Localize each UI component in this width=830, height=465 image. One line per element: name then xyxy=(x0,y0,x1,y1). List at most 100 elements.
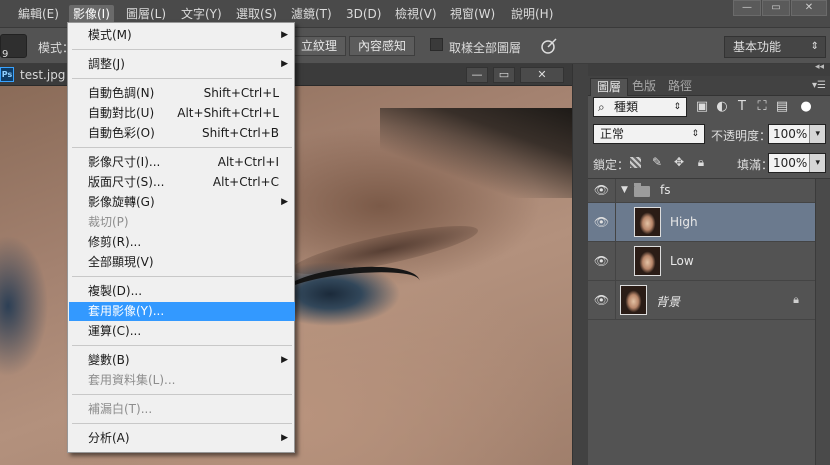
menu-item-label: 套用影像(Y)... xyxy=(88,304,165,318)
menu-item-image-rotation[interactable]: 影像旋轉(G) ▶ xyxy=(69,193,295,212)
eye-icon[interactable]: 👁︎ xyxy=(588,179,616,202)
tab-paths[interactable]: 路徑 xyxy=(662,78,698,96)
layer-thumbnail xyxy=(634,207,661,237)
submenu-arrow-icon: ▶ xyxy=(281,433,288,443)
menu-separator xyxy=(72,345,292,346)
lock-label: 鎖定： xyxy=(593,158,630,172)
panel-menu-icon[interactable]: ▾☰ xyxy=(812,80,826,91)
layer-filter-select[interactable]: ⌕ 種類 ⇕ xyxy=(593,97,687,117)
layer-row-low[interactable]: 👁︎ Low xyxy=(588,242,815,281)
lock-all-icon[interactable]: 🔒︎ xyxy=(694,155,708,169)
menu-image[interactable]: 影像(I) xyxy=(69,5,114,23)
tab-channels[interactable]: 色版 xyxy=(626,78,662,96)
opacity-input[interactable]: 100% ▾ xyxy=(768,124,826,144)
menu-item-apply-data-set: 套用資料集(L)... xyxy=(69,371,295,390)
layer-row-background[interactable]: 👁︎ 背景 🔒︎ xyxy=(588,281,815,320)
layer-row-high[interactable]: 👁︎ High xyxy=(588,203,815,242)
menu-item-mode[interactable]: 模式(M) ▶ xyxy=(69,26,295,45)
blend-mode-value: 正常 xyxy=(600,127,625,141)
lock-image-brush-icon[interactable]: ✎ xyxy=(650,155,664,169)
fill-value: 100% xyxy=(773,156,808,170)
menu-filter[interactable]: 濾鏡(T) xyxy=(287,5,336,23)
menu-item-calculations[interactable]: 運算(C)... xyxy=(69,322,295,341)
tab-layers[interactable]: 圖層 xyxy=(590,78,629,96)
close-icon[interactable]: ✕ xyxy=(791,0,827,16)
menu-item-trim[interactable]: 修剪(R)... xyxy=(69,233,295,252)
layer-name: 背景 xyxy=(656,295,681,309)
menu-item-label: 複製(D)... xyxy=(88,284,143,298)
menu-view[interactable]: 檢視(V) xyxy=(391,5,441,23)
menu-item-reveal-all[interactable]: 全部顯現(V) xyxy=(69,253,295,272)
menu-item-adjustments[interactable]: 調整(J) ▶ xyxy=(69,55,295,74)
menu-select[interactable]: 選取(S) xyxy=(232,5,281,23)
filter-pixel-icon[interactable]: ▣ xyxy=(694,99,710,115)
chevron-down-icon: ▾ xyxy=(815,129,820,139)
opacity-dropdown[interactable]: ▾ xyxy=(809,125,825,143)
menu-separator xyxy=(72,49,292,50)
layers-scrollbar[interactable] xyxy=(815,179,830,465)
brush-size-value: 9 xyxy=(2,49,9,60)
menu-item-apply-image[interactable]: 套用影像(Y)... xyxy=(69,302,295,321)
eye-icon[interactable]: 👁︎ xyxy=(588,242,616,280)
eye-icon[interactable]: 👁︎ xyxy=(588,203,616,241)
menu-item-shortcut: Shift+Ctrl+L xyxy=(203,86,279,100)
chevron-down-icon: ⇕ xyxy=(810,41,819,52)
menu-item-duplicate[interactable]: 複製(D)... xyxy=(69,282,295,301)
layer-thumbnail xyxy=(634,246,661,276)
tool-preset-picker[interactable]: 9 xyxy=(0,34,27,60)
chevron-down-icon: ▾ xyxy=(815,158,820,168)
opacity-value: 100% xyxy=(773,127,808,141)
menu-item-shortcut: Alt+Ctrl+I xyxy=(217,155,279,169)
menu-item-label: 分析(A) xyxy=(88,431,130,445)
menu-item-shortcut: Shift+Ctrl+B xyxy=(202,126,279,140)
texture-button[interactable]: 立紋理 xyxy=(292,36,347,56)
fill-dropdown[interactable]: ▾ xyxy=(809,154,825,172)
menu-item-auto-color[interactable]: 自動色彩(O) Shift+Ctrl+B xyxy=(69,124,295,143)
filter-type-icon[interactable]: T xyxy=(734,99,750,115)
lock-transparent-icon[interactable] xyxy=(630,157,641,168)
collapse-panel-icon[interactable]: ◂◂ xyxy=(815,62,824,72)
menu-separator xyxy=(72,276,292,277)
menu-item-image-size[interactable]: 影像尺寸(I)... Alt+Ctrl+I xyxy=(69,153,295,172)
pressure-icon[interactable] xyxy=(540,37,558,55)
menu-type[interactable]: 文字(Y) xyxy=(177,5,226,23)
filter-toggle-icon[interactable]: ● xyxy=(798,99,814,115)
panel-dock-strip xyxy=(572,64,588,465)
menu-item-label: 自動色調(N) xyxy=(88,86,155,100)
fill-input[interactable]: 100% ▾ xyxy=(768,153,826,173)
menu-item-analysis[interactable]: 分析(A) ▶ xyxy=(69,429,295,448)
blend-mode-select[interactable]: 正常 ⇕ xyxy=(593,124,705,144)
maximize-icon[interactable]: ▭ xyxy=(762,0,790,16)
filter-shape-icon[interactable]: ⛶ xyxy=(754,99,770,115)
workspace-select[interactable]: 基本功能 ⇕ xyxy=(724,36,826,58)
doc-maximize-icon[interactable]: ▭ xyxy=(493,67,515,83)
menu-item-canvas-size[interactable]: 版面尺寸(S)... Alt+Ctrl+C xyxy=(69,173,295,192)
doc-minimize-icon[interactable]: — xyxy=(466,67,488,83)
filter-adjustment-icon[interactable]: ◐ xyxy=(714,99,730,115)
minimize-icon[interactable]: — xyxy=(733,0,761,16)
lock-position-icon[interactable]: ✥ xyxy=(672,155,686,169)
sample-all-checkbox[interactable] xyxy=(430,38,443,51)
menu-window[interactable]: 視窗(W) xyxy=(446,5,499,23)
menu-edit[interactable]: 編輯(E) xyxy=(14,5,63,23)
submenu-arrow-icon: ▶ xyxy=(281,30,288,40)
canvas-hair-area xyxy=(380,108,572,198)
photoshop-icon: Ps xyxy=(0,67,14,82)
eye-icon[interactable]: 👁︎ xyxy=(588,281,616,319)
menu-separator xyxy=(72,147,292,148)
content-aware-button[interactable]: 內容感知 xyxy=(349,36,416,56)
panel-tabs: 圖層 色版 路徑 ▾☰ xyxy=(588,76,830,96)
doc-close-icon[interactable]: ✕ xyxy=(520,67,564,83)
menu-item-auto-tone[interactable]: 自動色調(N) Shift+Ctrl+L xyxy=(69,84,295,103)
expand-caret-icon[interactable]: ▼ xyxy=(621,185,628,195)
menu-item-label: 運算(C)... xyxy=(88,324,142,338)
menu-layer[interactable]: 圖層(L) xyxy=(122,5,170,23)
menu-item-variables[interactable]: 變數(B) ▶ xyxy=(69,351,295,370)
menu-3d[interactable]: 3D(D) xyxy=(342,5,385,23)
menu-item-auto-contrast[interactable]: 自動對比(U) Alt+Shift+Ctrl+L xyxy=(69,104,295,123)
filter-smart-object-icon[interactable]: ▤ xyxy=(774,99,790,115)
layer-group-row[interactable]: 👁︎ ▼ fs xyxy=(588,179,815,203)
image-menu-dropdown: 模式(M) ▶ 調整(J) ▶ 自動色調(N) Shift+Ctrl+L 自動對比(U… xyxy=(67,22,295,453)
menu-help[interactable]: 說明(H) xyxy=(507,5,557,23)
workspace-value: 基本功能 xyxy=(733,40,782,54)
